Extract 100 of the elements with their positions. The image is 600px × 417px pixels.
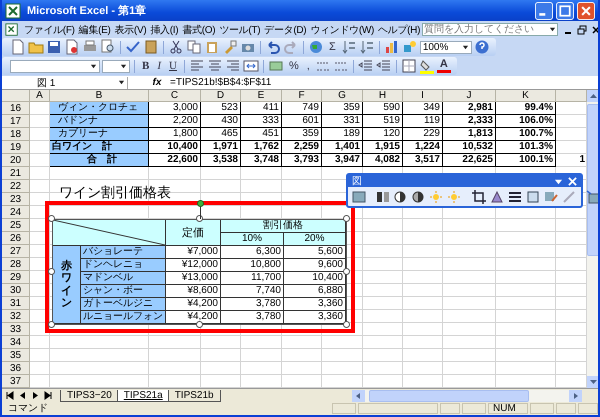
reset-picture-icon[interactable] [585, 188, 598, 204]
caret-icon[interactable] [120, 62, 127, 70]
row-header[interactable]: 25 [2, 219, 30, 232]
menu-item[interactable]: 挿入(I) [148, 22, 180, 36]
close-button[interactable] [577, 2, 595, 20]
menu-item[interactable]: ウィンドウ(W) [308, 22, 376, 36]
menu-item[interactable]: ヘルプ(H) [376, 22, 422, 36]
help-search-field[interactable]: 質問を入力してください [422, 23, 558, 36]
column-header[interactable]: K [496, 90, 556, 102]
checkmark-icon[interactable] [125, 39, 141, 55]
copy-icon[interactable] [186, 39, 202, 55]
help-icon[interactable] [474, 39, 490, 55]
column-header[interactable]: H [363, 90, 403, 102]
column-header[interactable]: E [241, 90, 282, 102]
magnifier-icon[interactable] [100, 39, 116, 55]
caret-icon[interactable] [462, 44, 469, 50]
row-header[interactable]: 24 [2, 206, 30, 219]
row-header[interactable]: 35 [2, 349, 30, 362]
previous-sheet-icon[interactable] [18, 391, 27, 400]
column-header[interactable]: D [201, 90, 241, 102]
sort-ascending-icon[interactable] [340, 39, 357, 55]
column-header[interactable]: B [50, 90, 149, 102]
row-header[interactable]: 19 [2, 141, 30, 154]
restore-icon[interactable] [577, 24, 588, 34]
caret-icon[interactable] [118, 79, 125, 86]
row-header[interactable]: 37 [2, 375, 30, 388]
row-header[interactable]: 27 [2, 245, 30, 258]
row-header[interactable]: 22 [2, 180, 30, 193]
row-header[interactable]: 30 [2, 284, 30, 297]
caret-icon[interactable] [549, 26, 556, 33]
column-header[interactable]: C [149, 90, 201, 102]
row-header[interactable]: 18 [2, 128, 30, 141]
scissors-icon[interactable] [168, 39, 184, 55]
row-header[interactable]: 28 [2, 258, 30, 271]
column-header[interactable]: G [322, 90, 363, 102]
comma-button[interactable]: , [304, 60, 313, 72]
menu-item[interactable]: ツール(T) [217, 22, 262, 36]
column-header[interactable]: A [30, 90, 50, 102]
percent-button[interactable]: % [286, 60, 302, 72]
first-sheet-icon[interactable] [5, 391, 14, 400]
crop-icon[interactable] [471, 188, 487, 204]
globe-icon[interactable] [308, 39, 324, 55]
caret-icon[interactable] [90, 62, 97, 70]
italic-button[interactable]: I [154, 60, 164, 72]
row-header[interactable]: 17 [2, 115, 30, 128]
row-header[interactable]: 29 [2, 271, 30, 284]
triangle-icon[interactable] [489, 188, 505, 204]
next-sheet-icon[interactable] [31, 391, 40, 400]
insert-function-button[interactable]: fx [148, 77, 166, 88]
underline-button[interactable]: U [166, 60, 180, 72]
bold-button[interactable]: B [139, 60, 152, 72]
row-header[interactable]: 26 [2, 232, 30, 245]
scroll-up-icon[interactable] [587, 90, 598, 102]
menu-item[interactable]: ファイル(F) [22, 22, 77, 36]
font-color-button[interactable]: A [436, 59, 451, 73]
toolbar-title: 図 [352, 175, 362, 188]
maximize-button[interactable] [556, 2, 574, 20]
row-header[interactable]: 16 [2, 102, 30, 115]
table-picture[interactable]: 定価 割引価格 10% 20% 赤ワイン バショレーテ ¥7,000 6,300 5,600 ドンヘレニョ ¥12,000 10,800 9,600 マドンベル ¥13,000 11,700 10,400 シャン・ボー ¥8,600 7,740 6,880 ガトーベルジニ ¥4,200 3,780 3,360 ルニョールフォン ¥4,200 3,780 3,360 [52, 219, 347, 325]
sheet-tab[interactable]: TIPS21b [168, 390, 221, 402]
image-icon[interactable] [351, 188, 367, 204]
last-sheet-icon[interactable] [44, 391, 53, 400]
merge-cells-icon[interactable] [242, 58, 259, 74]
zoom-dropdown[interactable]: 100% [420, 40, 472, 54]
row-header[interactable]: 34 [2, 336, 30, 349]
row-header[interactable]: 36 [2, 362, 30, 375]
workbook-icon[interactable] [5, 22, 19, 36]
scroll-left-icon[interactable] [352, 390, 365, 402]
menu-item[interactable]: 書式(O) [180, 22, 218, 36]
menu-item[interactable]: データ(D) [262, 22, 308, 36]
row-header[interactable]: 32 [2, 310, 30, 323]
sort-descending-icon[interactable] [358, 39, 375, 55]
column-header[interactable]: I [403, 90, 443, 102]
autosum-button[interactable]: Σ [326, 41, 339, 53]
clipboard-icon[interactable] [204, 39, 220, 55]
menu-item[interactable]: 表示(V) [112, 22, 148, 36]
table-cell: 1,915 [363, 141, 403, 154]
table-cell: 1,224 [403, 141, 443, 154]
font-size-dropdown[interactable] [102, 60, 130, 72]
sheet-tab[interactable]: TIPS3−20 [60, 390, 119, 402]
scroll-right-icon[interactable] [569, 390, 582, 402]
formula-field[interactable]: =TIPS21b!$B$4:$F$11 [166, 77, 272, 88]
bar-chart-icon[interactable] [384, 39, 400, 55]
border-icon[interactable] [400, 58, 417, 74]
row-header[interactable]: 33 [2, 323, 30, 336]
scroll-down-icon[interactable] [587, 376, 598, 388]
minimize-button[interactable] [535, 2, 553, 20]
vertical-scrollbar[interactable] [587, 90, 598, 388]
menu-item[interactable]: 編集(E) [76, 22, 113, 36]
column-header[interactable]: J [443, 90, 496, 102]
row-header[interactable]: 20 [2, 154, 30, 167]
row-header[interactable]: 21 [2, 167, 30, 180]
row-header[interactable]: 31 [2, 297, 30, 310]
paint-bucket-icon[interactable] [418, 58, 435, 74]
dropdown-icon[interactable] [554, 176, 563, 186]
close-icon[interactable] [591, 24, 598, 34]
row-header[interactable]: 23 [2, 193, 30, 206]
horizontal-scrollbar[interactable] [352, 390, 582, 402]
column-header[interactable]: F [282, 90, 322, 102]
sheet-tab[interactable]: TIPS21a [116, 390, 170, 402]
